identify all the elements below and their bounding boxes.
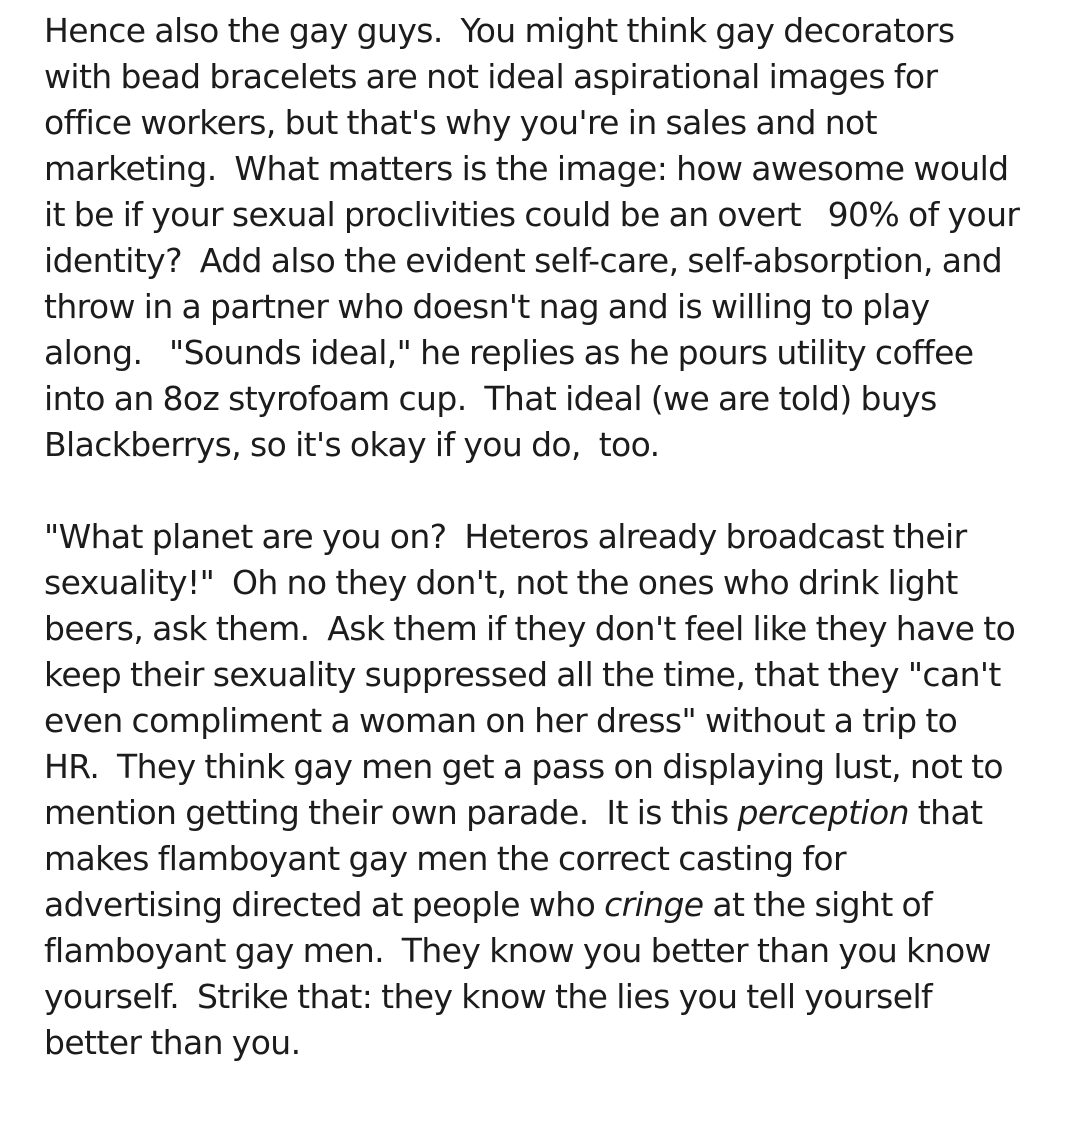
text-line: Hence also the gay guys. You might think… [44, 11, 955, 50]
text-line: makes flamboyant gay men the correct cas… [44, 839, 847, 878]
paragraph-2: "What planet are you on? Heteros already… [44, 514, 1074, 1066]
text-line: "What planet are you on? Heteros already… [44, 517, 967, 556]
text-line: with bead bracelets are not ideal aspira… [44, 57, 938, 96]
text-line: marketing. What matters is the image: ho… [44, 149, 1009, 188]
italic-emphasis: perception [737, 793, 909, 832]
document-body: Hence also the gay guys. You might think… [44, 8, 1074, 1066]
text-run: at the sight of [703, 885, 933, 924]
text-run: advertising directed at people who [44, 885, 605, 924]
text-line: along. "Sounds ideal," he replies as he … [44, 333, 974, 372]
text-line: Blackberrys, so it's okay if you do, too… [44, 425, 660, 464]
italic-emphasis: cringe [604, 885, 704, 924]
text-line: keep their sexuality suppressed all the … [44, 655, 1001, 694]
text-line: office workers, but that's why you're in… [44, 103, 878, 142]
text-line: HR. They think gay men get a pass on dis… [44, 747, 1004, 786]
text-line: throw in a partner who doesn't nag and i… [44, 287, 930, 326]
text-line: it be if your sexual proclivities could … [44, 195, 1020, 234]
text-line: mention getting their own parade. It is … [44, 790, 1074, 836]
text-line: beers, ask them. Ask them if they don't … [44, 609, 1016, 648]
text-line: even compliment a woman on her dress" wi… [44, 701, 958, 740]
text-line: identity? Add also the evident self-care… [44, 241, 1003, 280]
text-line: better than you. [44, 1023, 301, 1062]
paragraph-1: Hence also the gay guys. You might think… [44, 8, 1074, 468]
text-run: that [908, 793, 983, 832]
text-line: advertising directed at people who cring… [44, 882, 1074, 928]
text-line: yourself. Strike that: they know the lie… [44, 977, 933, 1016]
text-line: into an 8oz styrofoam cup. That ideal (w… [44, 379, 937, 418]
text-line: flamboyant gay men. They know you better… [44, 931, 992, 970]
text-line: sexuality!" Oh no they don't, not the on… [44, 563, 958, 602]
text-run: mention getting their own parade. It is … [44, 793, 738, 832]
